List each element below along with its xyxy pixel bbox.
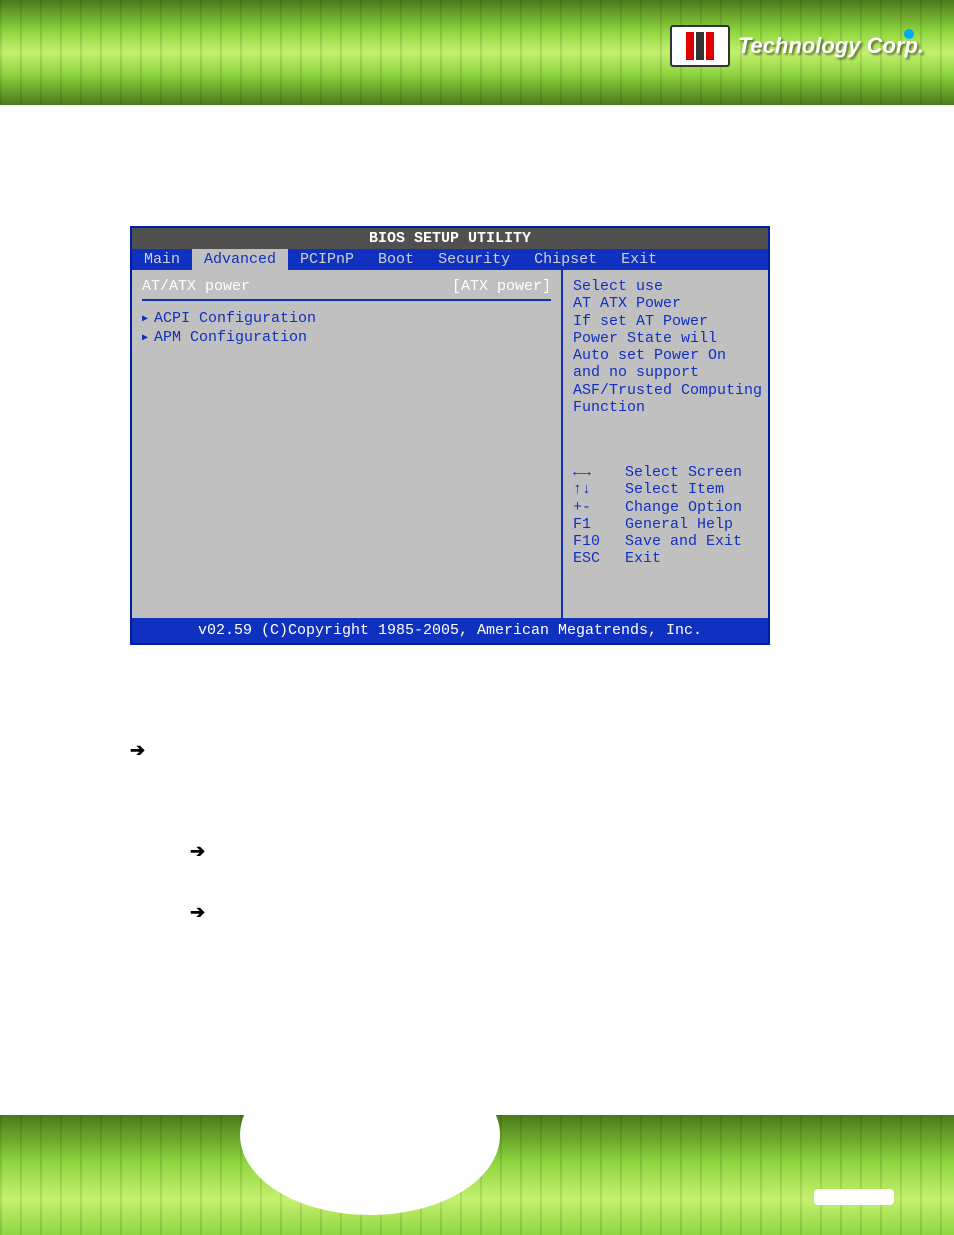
tab-chipset[interactable]: Chipset: [522, 249, 609, 270]
arrow-icon: ➔: [130, 740, 145, 761]
bios-window: BIOS SETUP UTILITY Main Advanced PCIPnP …: [130, 226, 770, 645]
arrow-icon: ➔: [190, 902, 205, 923]
setting-label: AT/ATX power: [142, 278, 250, 295]
key-hints: ←→Select Screen ↑↓Select Item +-Change O…: [573, 464, 758, 568]
submenu-acpi[interactable]: ▶ ACPI Configuration: [142, 309, 551, 328]
setting-row[interactable]: AT/ATX power [ATX power]: [142, 278, 551, 301]
bullet-line: ➔: [130, 740, 770, 761]
bios-right-panel: Select use AT ATX Power If set AT Power …: [563, 270, 768, 618]
footer-banner: [0, 1115, 954, 1235]
submenu-label: APM Configuration: [154, 329, 307, 346]
triangle-icon: ▶: [142, 313, 148, 325]
page-label: [814, 1189, 894, 1205]
submenu-label: ACPI Configuration: [154, 310, 316, 327]
bios-tabs: Main Advanced PCIPnP Boot Security Chips…: [132, 249, 768, 270]
arrow-icon: ➔: [190, 841, 205, 862]
header-banner: Technology Corp.: [0, 0, 954, 105]
bios-footer: v02.59 (C)Copyright 1985-2005, American …: [132, 618, 768, 643]
tab-advanced[interactable]: Advanced: [192, 249, 288, 270]
setting-value: [ATX power]: [452, 278, 551, 295]
content-area: ➔ ➔ ➔: [130, 720, 770, 923]
triangle-icon: ▶: [142, 332, 148, 344]
logo-icon: [670, 25, 730, 67]
submenu-apm[interactable]: ▶ APM Configuration: [142, 328, 551, 347]
bios-title: BIOS SETUP UTILITY: [132, 228, 768, 249]
bios-body: AT/ATX power [ATX power] ▶ ACPI Configur…: [132, 270, 768, 618]
tab-main[interactable]: Main: [132, 249, 192, 270]
tab-boot[interactable]: Boot: [366, 249, 426, 270]
tab-pcipnp[interactable]: PCIPnP: [288, 249, 366, 270]
tab-exit[interactable]: Exit: [609, 249, 669, 270]
bios-left-panel: AT/ATX power [ATX power] ▶ ACPI Configur…: [132, 270, 563, 618]
footer-curve: [240, 1055, 500, 1215]
logo-text: Technology Corp.: [738, 33, 924, 59]
bullet-line-indent: ➔: [190, 902, 770, 923]
help-text: Select use AT ATX Power If set AT Power …: [573, 278, 758, 416]
logo-area: Technology Corp.: [670, 25, 924, 67]
bullet-line-indent: ➔: [190, 841, 770, 862]
tab-security[interactable]: Security: [426, 249, 522, 270]
